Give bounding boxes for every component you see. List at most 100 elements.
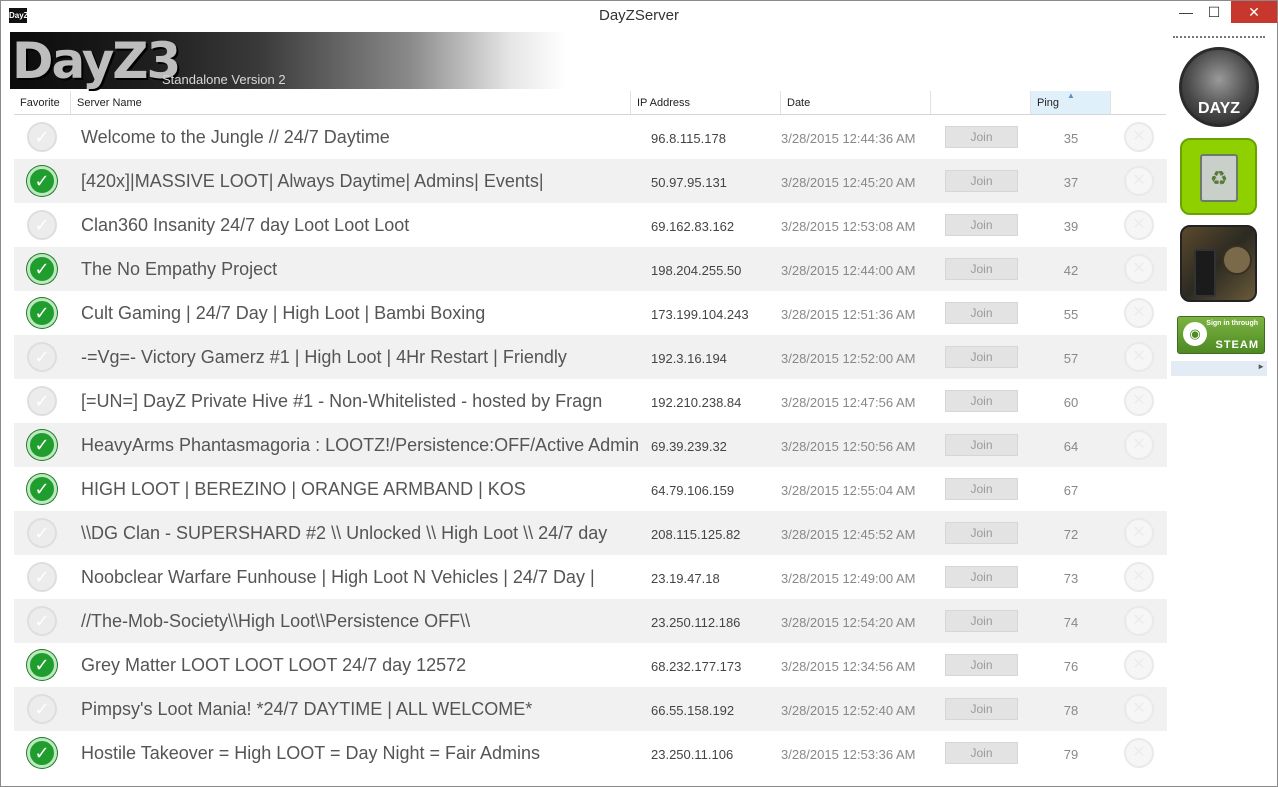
header-join[interactable]	[931, 91, 1031, 114]
join-button[interactable]: Join	[945, 258, 1018, 280]
favorite-check-icon[interactable]: ✓	[27, 342, 57, 372]
server-name: Cult Gaming | 24/7 Day | High Loot | Bam…	[81, 303, 486, 323]
table-row[interactable]: ✓ Noobclear Warfare Funhouse | High Loot …	[14, 555, 1167, 599]
table-row[interactable]: ✓ [420x]|MASSIVE LOOT| Always Daytime| Ad…	[14, 159, 1167, 203]
favorite-check-icon[interactable]: ✓	[27, 210, 57, 240]
ping-value: 74	[1063, 615, 1079, 630]
date-added: 3/28/2015 12:53:08 AM	[781, 219, 916, 234]
table-row[interactable]: ✓ HeavyArms Phantasmagoria : LOOTZ!/Persi…	[14, 423, 1167, 467]
join-button[interactable]: Join	[945, 434, 1018, 456]
minimize-icon[interactable]: —	[1171, 1, 1201, 23]
favorite-check-icon[interactable]: ✓	[27, 386, 57, 416]
join-button[interactable]: Join	[945, 214, 1018, 236]
table-row[interactable]: ✓ Pimpsy's Loot Mania! *24/7 DAYTIME | AL…	[14, 687, 1167, 731]
join-button[interactable]: Join	[945, 610, 1018, 632]
title-bar[interactable]: DayZ DayZServer — ☐ ✕	[1, 1, 1277, 31]
server-name: -=Vg=- Victory Gamerz #1 | High Loot | 4…	[81, 347, 567, 367]
window-title: DayZServer	[598, 7, 680, 24]
ip-address: 69.162.83.162	[651, 219, 735, 234]
remove-icon[interactable]: ✕	[1124, 210, 1154, 240]
table-row[interactable]: ✓ Cult Gaming | 24/7 Day | High Loot | Ba…	[14, 291, 1167, 335]
remove-icon[interactable]: ✕	[1124, 386, 1154, 416]
table-row[interactable]: ✓ -=Vg=- Victory Gamerz #1 | High Loot | …	[14, 335, 1167, 379]
remove-icon[interactable]: ✕	[1124, 738, 1154, 768]
favorite-check-icon[interactable]: ✓	[27, 518, 57, 548]
table-row[interactable]: ✓ Welcome to the Jungle // 24/7 Daytime 96…	[14, 115, 1167, 159]
remove-icon[interactable]: ✕	[1124, 606, 1154, 636]
table-row[interactable]: ✓ //The-Mob-Society\\High Loot\\Persisten…	[14, 599, 1167, 643]
header-server-name[interactable]: Server Name	[71, 91, 631, 114]
dayz-game-icon[interactable]: DAYZ	[1179, 47, 1259, 127]
favorite-check-icon[interactable]: ✓	[27, 606, 57, 636]
sidebar-collapse-bar[interactable]: ►	[1171, 361, 1267, 376]
remove-icon[interactable]: ✕	[1124, 122, 1154, 152]
remove-icon[interactable]: ✕	[1124, 430, 1154, 460]
right-sidebar: DAYZ ♻ ◉ Sign in through STEAM ►	[1171, 33, 1267, 379]
favorite-check-icon[interactable]: ✓	[27, 474, 57, 504]
table-row[interactable]: ✓ \\DG Clan - SUPERSHARD #2 \\ Unlocked \…	[14, 511, 1167, 555]
remove-icon[interactable]: ✕	[1124, 694, 1154, 724]
table-row[interactable]: ✓ The No Empathy Project 198.204.255.50 3/2…	[14, 247, 1167, 291]
join-button[interactable]: Join	[945, 698, 1018, 720]
remove-icon[interactable]: ✕	[1124, 562, 1154, 592]
remove-icon[interactable]: ✕	[1124, 254, 1154, 284]
join-button[interactable]: Join	[945, 566, 1018, 588]
ip-address: 96.8.115.178	[651, 131, 726, 146]
table-row[interactable]: ✓ HIGH LOOT | BEREZINO | ORANGE ARMBAND |…	[14, 467, 1167, 511]
close-icon[interactable]: ✕	[1231, 1, 1277, 23]
maximize-icon[interactable]: ☐	[1199, 1, 1229, 23]
ping-value: 57	[1063, 351, 1079, 366]
recycle-bin-icon[interactable]: ♻	[1180, 138, 1257, 215]
join-button[interactable]: Join	[945, 390, 1018, 412]
radio-icon	[1194, 249, 1216, 297]
server-name: Pimpsy's Loot Mania! *24/7 DAYTIME | ALL…	[81, 699, 533, 719]
header-remove[interactable]	[1111, 91, 1166, 114]
favorite-check-icon[interactable]: ✓	[27, 122, 57, 152]
join-button[interactable]: Join	[945, 522, 1018, 544]
table-row[interactable]: ✓ Grey Matter LOOT LOOT LOOT 24/7 day 125…	[14, 643, 1167, 687]
favorite-check-icon[interactable]: ✓	[27, 254, 57, 284]
server-name: //The-Mob-Society\\High Loot\\Persistenc…	[81, 611, 471, 631]
ip-address: 23.250.11.106	[651, 747, 734, 762]
ip-address: 50.97.95.131	[651, 175, 727, 190]
recycle-symbol-icon: ♻	[1200, 154, 1238, 202]
ip-address: 69.39.239.32	[651, 439, 727, 454]
favorite-check-icon[interactable]: ✓	[27, 166, 57, 196]
header-ip-address[interactable]: IP Address	[631, 91, 781, 114]
table-row[interactable]: ✓ Clan360 Insanity 24/7 day Loot Loot Loo…	[14, 203, 1167, 247]
favorite-check-icon[interactable]: ✓	[27, 298, 57, 328]
header-ping[interactable]: ▲ Ping	[1031, 91, 1111, 114]
server-name: [=UN=] DayZ Private Hive #1 - Non-Whitel…	[81, 391, 603, 411]
favorite-check-icon[interactable]: ✓	[27, 562, 57, 592]
remove-icon[interactable]: ✕	[1124, 166, 1154, 196]
favorite-check-icon[interactable]: ✓	[27, 430, 57, 460]
ip-address: 198.204.255.50	[651, 263, 742, 278]
survival-gear-icon[interactable]	[1180, 225, 1257, 302]
join-button[interactable]: Join	[945, 302, 1018, 324]
header-date[interactable]: Date	[781, 91, 931, 114]
date-added: 3/28/2015 12:52:00 AM	[781, 351, 916, 366]
chevron-right-icon[interactable]: ►	[1257, 362, 1265, 371]
join-button[interactable]: Join	[945, 346, 1018, 368]
join-button[interactable]: Join	[945, 654, 1018, 676]
join-button[interactable]: Join	[945, 742, 1018, 764]
join-button[interactable]: Join	[945, 170, 1018, 192]
favorite-check-icon[interactable]: ✓	[27, 738, 57, 768]
ping-value: 79	[1063, 747, 1079, 762]
table-row[interactable]: ✓ [=UN=] DayZ Private Hive #1 - Non-White…	[14, 379, 1167, 423]
header-favorite[interactable]: Favorite	[14, 91, 71, 114]
server-name: Clan360 Insanity 24/7 day Loot Loot Loot	[81, 215, 410, 235]
join-button[interactable]: Join	[945, 126, 1018, 148]
favorite-check-icon[interactable]: ✓	[27, 694, 57, 724]
favorite-check-icon[interactable]: ✓	[27, 650, 57, 680]
steam-sign-in-button[interactable]: ◉ Sign in through STEAM	[1177, 316, 1265, 354]
steam-word: STEAM	[1215, 339, 1259, 351]
remove-icon[interactable]: ✕	[1124, 518, 1154, 548]
date-added: 3/28/2015 12:45:52 AM	[781, 527, 916, 542]
remove-icon[interactable]: ✕	[1124, 342, 1154, 372]
table-row[interactable]: ✓ Hostile Takeover = High LOOT = Day Nigh…	[14, 731, 1167, 775]
remove-icon[interactable]: ✕	[1124, 650, 1154, 680]
ping-value: 73	[1063, 571, 1079, 586]
join-button[interactable]: Join	[945, 478, 1018, 500]
remove-icon[interactable]: ✕	[1124, 298, 1154, 328]
